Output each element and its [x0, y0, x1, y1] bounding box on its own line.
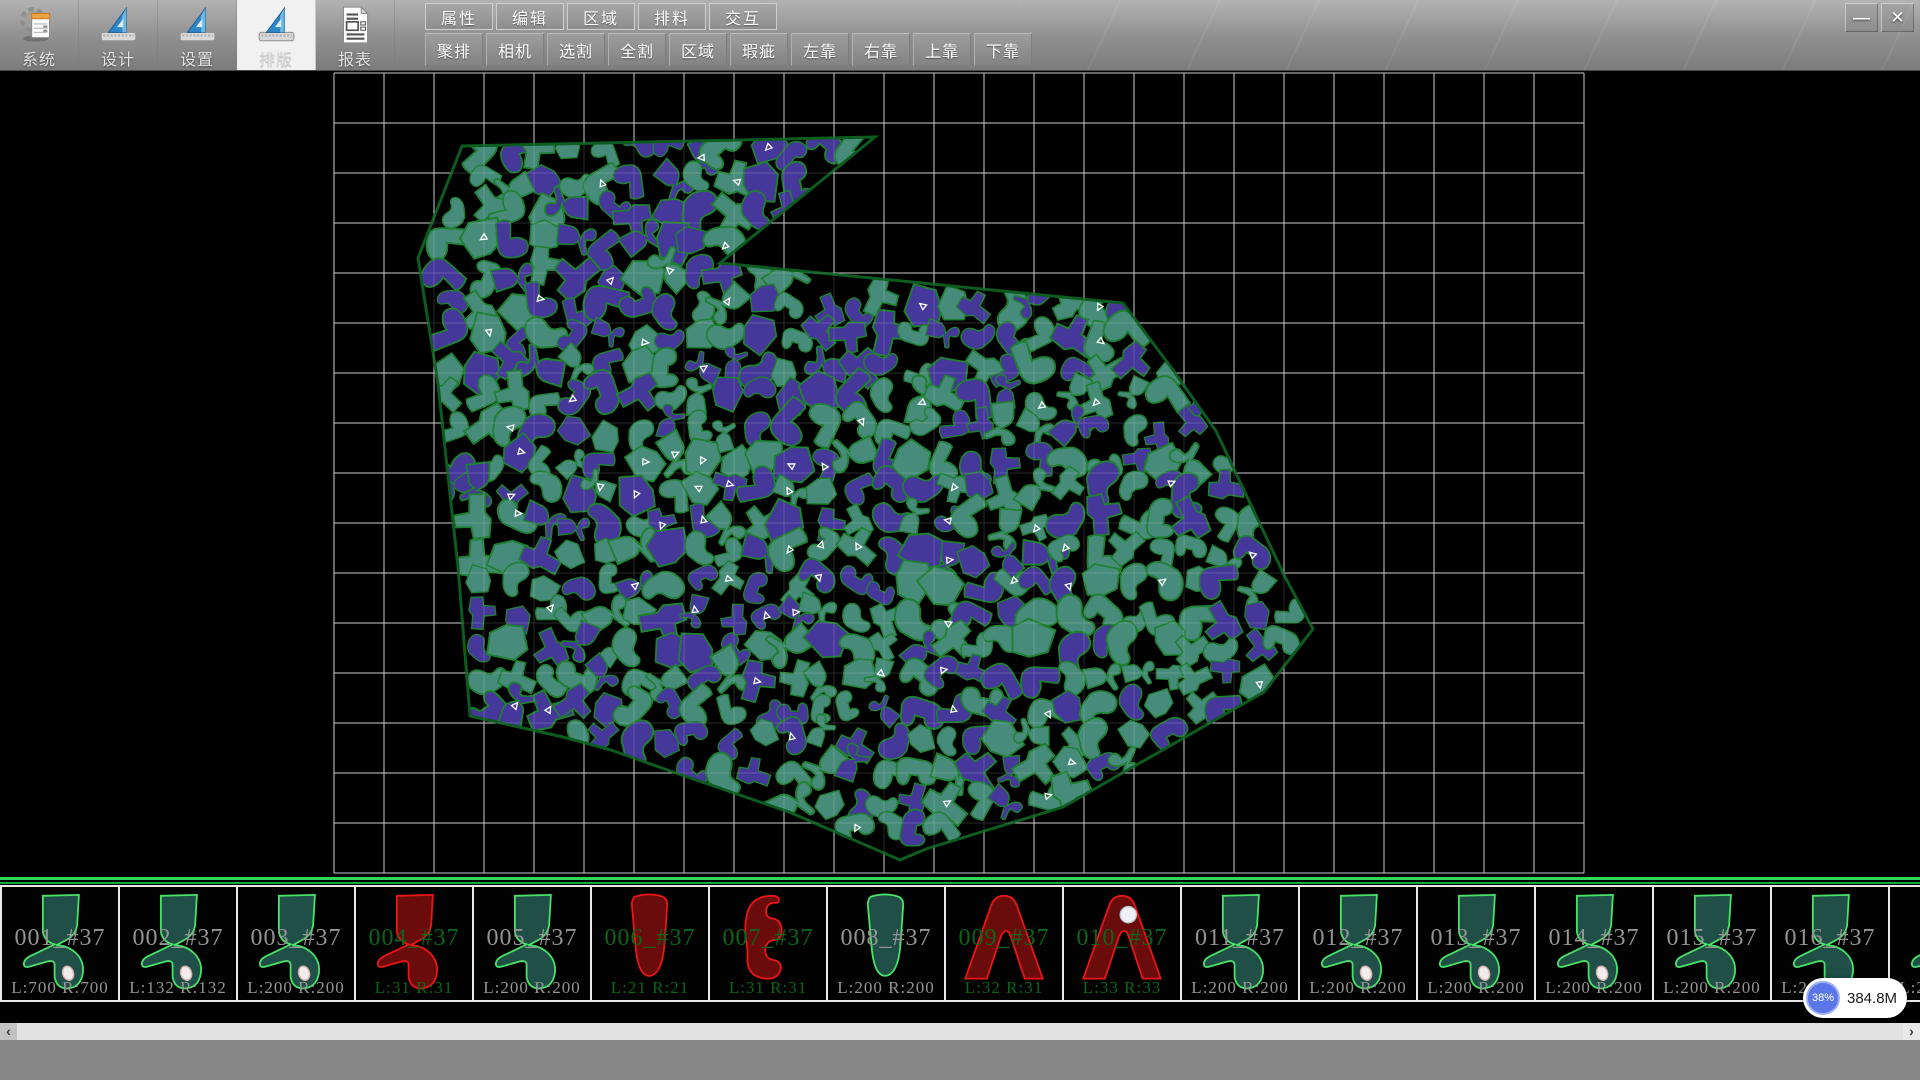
progress-circle: 38% [1806, 981, 1840, 1015]
app-mode-label: 设计 [101, 52, 135, 70]
piece-shape [1195, 891, 1285, 996]
close-button[interactable]: ✕ [1881, 3, 1914, 32]
memory-usage-label: 384.8M [1847, 990, 1897, 1007]
piece-shape [1431, 891, 1521, 996]
piece-shape [605, 891, 695, 996]
menu-tab-4[interactable]: 排料 [638, 3, 706, 30]
scroll-right-icon[interactable]: › [1903, 1023, 1920, 1040]
menu-tab-2[interactable]: 编辑 [496, 3, 564, 30]
tool-button-6[interactable]: 瑕疵 [730, 33, 788, 66]
thumbnail-cell[interactable]: 013_#37L:200 R:200 [1418, 887, 1536, 1000]
thumbnail-cell[interactable]: 011_#37L:200 R:200 [1182, 887, 1300, 1000]
report-icon [334, 0, 376, 52]
tool-button-5[interactable]: 区域 [669, 33, 727, 66]
scrollbar-thumb[interactable] [17, 1023, 1903, 1040]
gear-doc-icon [18, 0, 60, 52]
app-mode-label: 系统 [22, 52, 56, 70]
menu-tab-5[interactable]: 交互 [709, 3, 777, 30]
tool-button-8[interactable]: 右靠 [852, 33, 910, 66]
toolbar: 系统 设计 设置 排版 报表 属性编辑区域排料交互 聚排相机选割全割区域瑕疵左靠… [0, 0, 1920, 71]
piece-shape [1313, 891, 1403, 996]
thumbnail-cell[interactable]: 012_#37L:200 R:200 [1300, 887, 1418, 1000]
piece-shape [1903, 891, 1920, 996]
piece-shape [723, 891, 813, 996]
piece-shape [959, 891, 1049, 996]
piece-shape [487, 891, 577, 996]
tool-button-7[interactable]: 左靠 [791, 33, 849, 66]
piece-shape [841, 891, 931, 996]
app-mode-5[interactable]: 报表 [316, 0, 395, 70]
app-mode-2[interactable]: 设计 [79, 0, 158, 70]
tool-button-4[interactable]: 全割 [608, 33, 666, 66]
tool-button-9[interactable]: 上靠 [913, 33, 971, 66]
menu-tab-1[interactable]: 属性 [425, 3, 493, 30]
piece-shape [369, 891, 459, 996]
divider-line-bright [0, 877, 1920, 880]
thumbnail-cell[interactable]: 006_#37L:21 R:21 [592, 887, 710, 1000]
minimize-button[interactable]: — [1845, 3, 1878, 32]
thumbnail-cell[interactable]: 015_#37L:200 R:200 [1654, 887, 1772, 1000]
app-mode-3[interactable]: 设置 [158, 0, 237, 70]
piece-shape [1077, 891, 1167, 996]
toolbar-texture [1020, 0, 1920, 70]
app-mode-label: 排版 [259, 52, 293, 70]
tool-button-2[interactable]: 相机 [486, 33, 544, 66]
thumbnail-cell[interactable]: 004_#37L:31 R:31 [356, 887, 474, 1000]
thumbnail-cell[interactable]: 008_#37L:200 R:200 [828, 887, 946, 1000]
menu-tab-bar: 属性编辑区域排料交互 [425, 3, 777, 30]
app-mode-label: 设置 [180, 52, 214, 70]
app-mode-label: 报表 [338, 52, 372, 70]
piece-shape [251, 891, 341, 996]
app-mode-4[interactable]: 排版 [237, 0, 316, 70]
thumbnail-cell[interactable]: 002_#37L:132 R:132 [120, 887, 238, 1000]
main-icon-bar: 系统 设计 设置 排版 报表 [0, 0, 395, 70]
piece-shape [15, 891, 105, 996]
app-mode-1[interactable]: 系统 [0, 0, 79, 70]
application-window: { "app": {"minimize_label": "—", "close_… [0, 0, 1920, 1080]
nesting-canvas-svg [0, 71, 1920, 877]
tool-button-bar: 聚排相机选割全割区域瑕疵左靠右靠上靠下靠 [425, 33, 1032, 66]
piece-shape [1667, 891, 1757, 996]
status-badge: 38% 384.8M [1803, 978, 1907, 1018]
set-square-icon [97, 0, 139, 52]
tool-button-10[interactable]: 下靠 [974, 33, 1032, 66]
set-square-icon [176, 0, 218, 52]
thumbnail-cell[interactable]: 005_#37L:200 R:200 [474, 887, 592, 1000]
thumbnail-cell[interactable]: 001_#37L:700 R:700 [0, 887, 120, 1000]
thumbnail-cell[interactable]: 009_#37L:32 R:31 [946, 887, 1064, 1000]
horizontal-scrollbar[interactable]: ‹ › [0, 1023, 1920, 1040]
nesting-canvas[interactable] [0, 71, 1920, 877]
tool-button-3[interactable]: 选割 [547, 33, 605, 66]
thumbnail-cell[interactable]: 003_#37L:200 R:200 [238, 887, 356, 1000]
tool-button-1[interactable]: 聚排 [425, 33, 483, 66]
thumbnail-cell[interactable]: 010_#37L:33 R:33 [1064, 887, 1182, 1000]
piece-shape [1549, 891, 1639, 996]
divider-line-dark [0, 882, 1920, 884]
thumbnail-cell[interactable]: 007_#37L:31 R:31 [710, 887, 828, 1000]
scroll-left-icon[interactable]: ‹ [0, 1023, 17, 1040]
status-bar [0, 1040, 1920, 1080]
piece-shape [133, 891, 223, 996]
menu-tab-3[interactable]: 区域 [567, 3, 635, 30]
window-controls: — ✕ [1845, 3, 1914, 32]
thumbnail-row: 001_#37L:700 R:700002_#37L:132 R:132003_… [0, 885, 1920, 1002]
piece-thumbnail-strip: 001_#37L:700 R:700002_#37L:132 R:132003_… [0, 877, 1920, 1023]
set-square-icon [255, 0, 297, 52]
thumbnail-cell[interactable]: 014_#37L:200 R:200 [1536, 887, 1654, 1000]
